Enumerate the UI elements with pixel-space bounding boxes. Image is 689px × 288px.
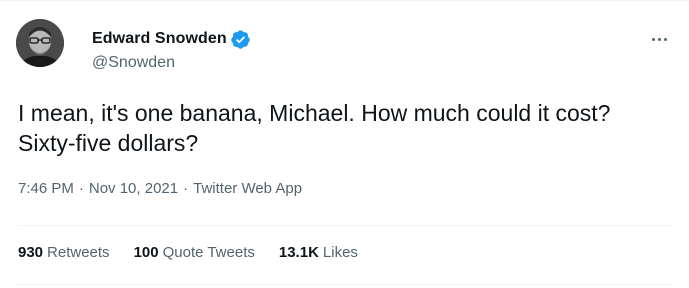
likes-label: Likes [322, 244, 358, 261]
likes-stat[interactable]: 13.1K Likes [279, 244, 358, 261]
engagement-stats: 930 Retweets 100 Quote Tweets 13.1K Like… [18, 244, 382, 261]
retweets-stat[interactable]: 930 Retweets [18, 244, 110, 261]
author-handle[interactable]: @Snowden [92, 54, 251, 72]
tweet-meta: 7:46 PM · Nov 10, 2021 · Twitter Web App [18, 180, 302, 197]
tweet-date[interactable]: Nov 10, 2021 [89, 180, 178, 197]
tweet-time[interactable]: 7:46 PM [18, 180, 74, 197]
verified-badge-icon [230, 29, 251, 50]
quote-tweets-count: 100 [133, 244, 159, 261]
quote-tweets-label: Quote Tweets [162, 244, 255, 261]
avatar-portrait [16, 19, 64, 67]
likes-count: 13.1K [278, 244, 319, 261]
tweet-card: Edward Snowden @Snowden I mean, it's one… [0, 0, 689, 288]
divider [18, 284, 671, 285]
tweet-text: I mean, it's one banana, Michael. How mu… [18, 100, 611, 156]
more-icon[interactable] [646, 29, 672, 49]
divider [18, 225, 671, 226]
retweets-count: 930 [18, 244, 44, 261]
author-info: Edward Snowden @Snowden [92, 29, 251, 72]
retweets-label: Retweets [47, 244, 110, 261]
meta-separator: · [183, 180, 189, 197]
avatar[interactable] [16, 19, 64, 67]
tweet-source[interactable]: Twitter Web App [193, 180, 302, 197]
author-display-name[interactable]: Edward Snowden [92, 30, 227, 48]
quote-tweets-stat[interactable]: 100 Quote Tweets [134, 244, 255, 261]
meta-separator: · [78, 180, 84, 197]
